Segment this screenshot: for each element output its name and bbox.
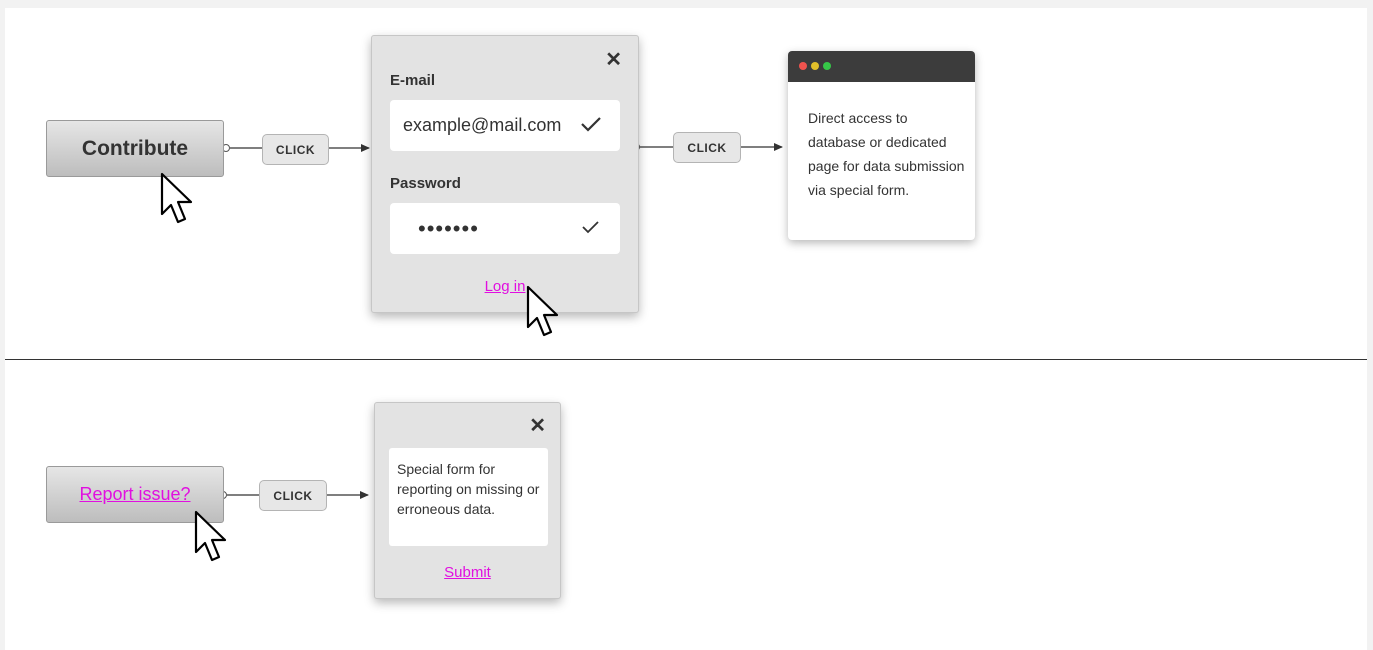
email-label: E-mail [390, 72, 436, 89]
pointer-cursor-icon [194, 510, 227, 562]
close-icon[interactable]: ✕ [605, 50, 622, 70]
password-label: Password [390, 175, 461, 192]
pointer-cursor-icon [526, 285, 559, 337]
click-step-label: CLICK [673, 132, 741, 163]
maximize-dot-icon [823, 62, 831, 70]
check-icon [582, 221, 599, 234]
contribute-button[interactable]: Contribute [46, 120, 224, 177]
password-value: ••••••• [418, 216, 479, 241]
submit-link[interactable]: Submit [375, 564, 560, 581]
pointer-cursor-icon [160, 172, 193, 224]
minimize-dot-icon [811, 62, 819, 70]
window-titlebar [788, 51, 975, 82]
report-issue-link[interactable]: Report issue? [79, 484, 190, 505]
window-description: Direct access to database or dedicated p… [808, 110, 965, 198]
result-browser-window: Direct access to database or dedicated p… [788, 51, 975, 240]
check-icon [581, 117, 601, 132]
password-field[interactable]: ••••••• [390, 203, 620, 254]
close-icon[interactable]: ✕ [529, 416, 546, 436]
login-dialog: ✕ E-mail example@mail.com Password •••••… [371, 35, 639, 313]
email-field[interactable]: example@mail.com [390, 100, 620, 151]
click-step-label: CLICK [259, 480, 327, 511]
report-description: Special form for reporting on missing or… [389, 448, 548, 546]
click-step-label: CLICK [262, 134, 329, 165]
report-dialog: ✕ Special form for reporting on missing … [374, 402, 561, 599]
login-link[interactable]: Log in [372, 278, 638, 295]
close-dot-icon [799, 62, 807, 70]
email-value: example@mail.com [403, 115, 562, 135]
